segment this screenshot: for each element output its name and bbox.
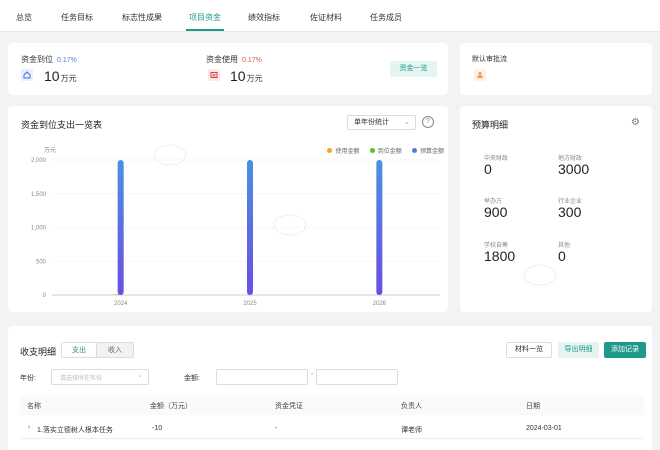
- funds-used: 资金使用 0.17%: [206, 54, 262, 65]
- y-tick-label: 1,500: [31, 192, 47, 198]
- home-icon: [21, 69, 33, 81]
- row-amount: -10: [152, 425, 163, 432]
- year-filter-label: 年份:: [20, 375, 36, 382]
- col-name-header: 名称: [27, 403, 41, 410]
- ledger-type-toggle: 支出 收入: [61, 342, 134, 358]
- funds-used-pct: 0.17%: [242, 57, 262, 64]
- bar-2024-0[interactable]: [113, 294, 116, 295]
- year-filter-input[interactable]: 请选择所在年份 ⌄: [51, 369, 149, 385]
- watermark-icon: [153, 144, 187, 166]
- y-tick-label: 500: [36, 259, 47, 265]
- amount-min-input[interactable]: [216, 369, 308, 385]
- funds-summary-card: 资金到位 0.17% 10万元 资金使用 0.17% 10万元 资金一览: [8, 43, 448, 95]
- x-tick-label: 2025: [243, 301, 257, 307]
- funds-received-amount: 10万元: [44, 68, 77, 84]
- budget-industry-value: 300: [558, 204, 582, 220]
- tab-evidence[interactable]: 佐证材料: [310, 12, 342, 23]
- gear-icon[interactable]: ⚙: [631, 117, 640, 128]
- funds-used-amount: 10万元: [230, 68, 263, 84]
- tab-landmark-results[interactable]: 标志性成果: [122, 12, 162, 23]
- funds-received: 资金到位 0.17%: [21, 54, 77, 65]
- tab-task-goals[interactable]: 任务目标: [61, 12, 93, 23]
- funds-received-value: 10: [44, 68, 60, 84]
- segment-income[interactable]: 收入: [97, 343, 133, 357]
- row-voucher: -: [275, 425, 278, 432]
- ledger-table-header: 名称 金额（万元） 资金凭证 负责人 日期: [20, 395, 644, 415]
- bar-2026-2[interactable]: [376, 160, 383, 295]
- chevron-right-icon[interactable]: ›: [28, 424, 30, 431]
- y-axis-unit: 万元: [44, 147, 56, 154]
- approval-card: 默认审批流: [460, 43, 652, 95]
- y-tick-label: 1,000: [31, 226, 47, 232]
- budget-title: 预算明细: [472, 120, 509, 130]
- segment-expense[interactable]: 支出: [62, 343, 98, 357]
- row-date: 2024-03-01: [526, 425, 562, 432]
- watermark-icon: [273, 214, 307, 236]
- funds-overview-button[interactable]: 资金一览: [390, 61, 437, 77]
- bar-2024-2[interactable]: [117, 160, 124, 295]
- funds-received-pct: 0.17%: [57, 57, 77, 64]
- funds-received-label: 资金到位: [21, 55, 53, 64]
- funds-used-value: 10: [230, 68, 246, 84]
- tab-overview[interactable]: 总览: [16, 12, 32, 23]
- funds-used-label: 资金使用: [206, 55, 238, 64]
- budget-school-value: 1800: [484, 248, 516, 264]
- col-date-header: 日期: [526, 403, 540, 410]
- table-row[interactable]: › 1.落实立德树人根本任务 -10 - 谭老师 2024-03-01: [20, 419, 644, 439]
- ledger-card: 收支明细 支出 收入 材料一览 导出明细 添加记录 年份: 请选择所在年份 ⌄ …: [8, 326, 652, 450]
- active-tab-indicator: [186, 29, 224, 31]
- col-voucher-header: 资金凭证: [275, 403, 303, 410]
- budget-local-value: 3000: [558, 161, 590, 177]
- chevron-down-icon: ⌄: [137, 372, 143, 379]
- budget-sponsor-value: 900: [484, 204, 508, 220]
- tab-bar: 总览 任务目标 标志性成果 项目资金 绩效指标 佐证材料 任务成员: [0, 0, 660, 32]
- col-owner-header: 负责人: [401, 403, 422, 410]
- tab-members[interactable]: 任务成员: [370, 12, 402, 23]
- funds-chart-card: 资金到位支出一览表 单年份统计 ⌄ ? 使用金额 到位金额 预算金额 万元 05…: [8, 106, 448, 312]
- tab-performance[interactable]: 绩效指标: [248, 12, 280, 23]
- amount-filter-label: 金额:: [184, 375, 200, 382]
- x-tick-label: 2024: [114, 301, 128, 307]
- y-tick-label: 0: [43, 293, 47, 299]
- tab-project-funds[interactable]: 项目资金: [189, 12, 221, 23]
- amount-max-input[interactable]: [316, 369, 398, 385]
- budget-central-value: 0: [484, 161, 492, 177]
- add-record-button[interactable]: 添加记录: [604, 342, 646, 358]
- approval-flow-icon[interactable]: [474, 69, 486, 81]
- export-details-button[interactable]: 导出明细: [558, 342, 599, 358]
- funds-used-unit: 万元: [246, 74, 263, 83]
- year-filter-placeholder: 请选择所在年份: [60, 375, 103, 382]
- approval-label: 默认审批流: [472, 56, 507, 63]
- x-tick-label: 2026: [373, 301, 387, 307]
- watermark-icon: [523, 264, 557, 286]
- col-amount-header: 金额（万元）: [150, 403, 192, 410]
- voucher-icon: [208, 69, 220, 81]
- row-owner: 谭老师: [401, 427, 422, 434]
- funds-received-unit: 万元: [60, 74, 77, 83]
- y-tick-label: 2,000: [31, 158, 47, 164]
- bar-2024-1[interactable]: [116, 294, 119, 295]
- bar-2025-2[interactable]: [247, 160, 253, 295]
- funds-bar-chart: 万元 0 500 1,000 1,500 2,000 2024 2025 2026: [31, 147, 440, 307]
- ledger-title: 收支明细: [20, 347, 57, 357]
- row-name: 1.落实立德树人根本任务: [37, 427, 113, 434]
- materials-overview-button[interactable]: 材料一览: [506, 342, 552, 358]
- amount-range-separator: -: [311, 371, 314, 378]
